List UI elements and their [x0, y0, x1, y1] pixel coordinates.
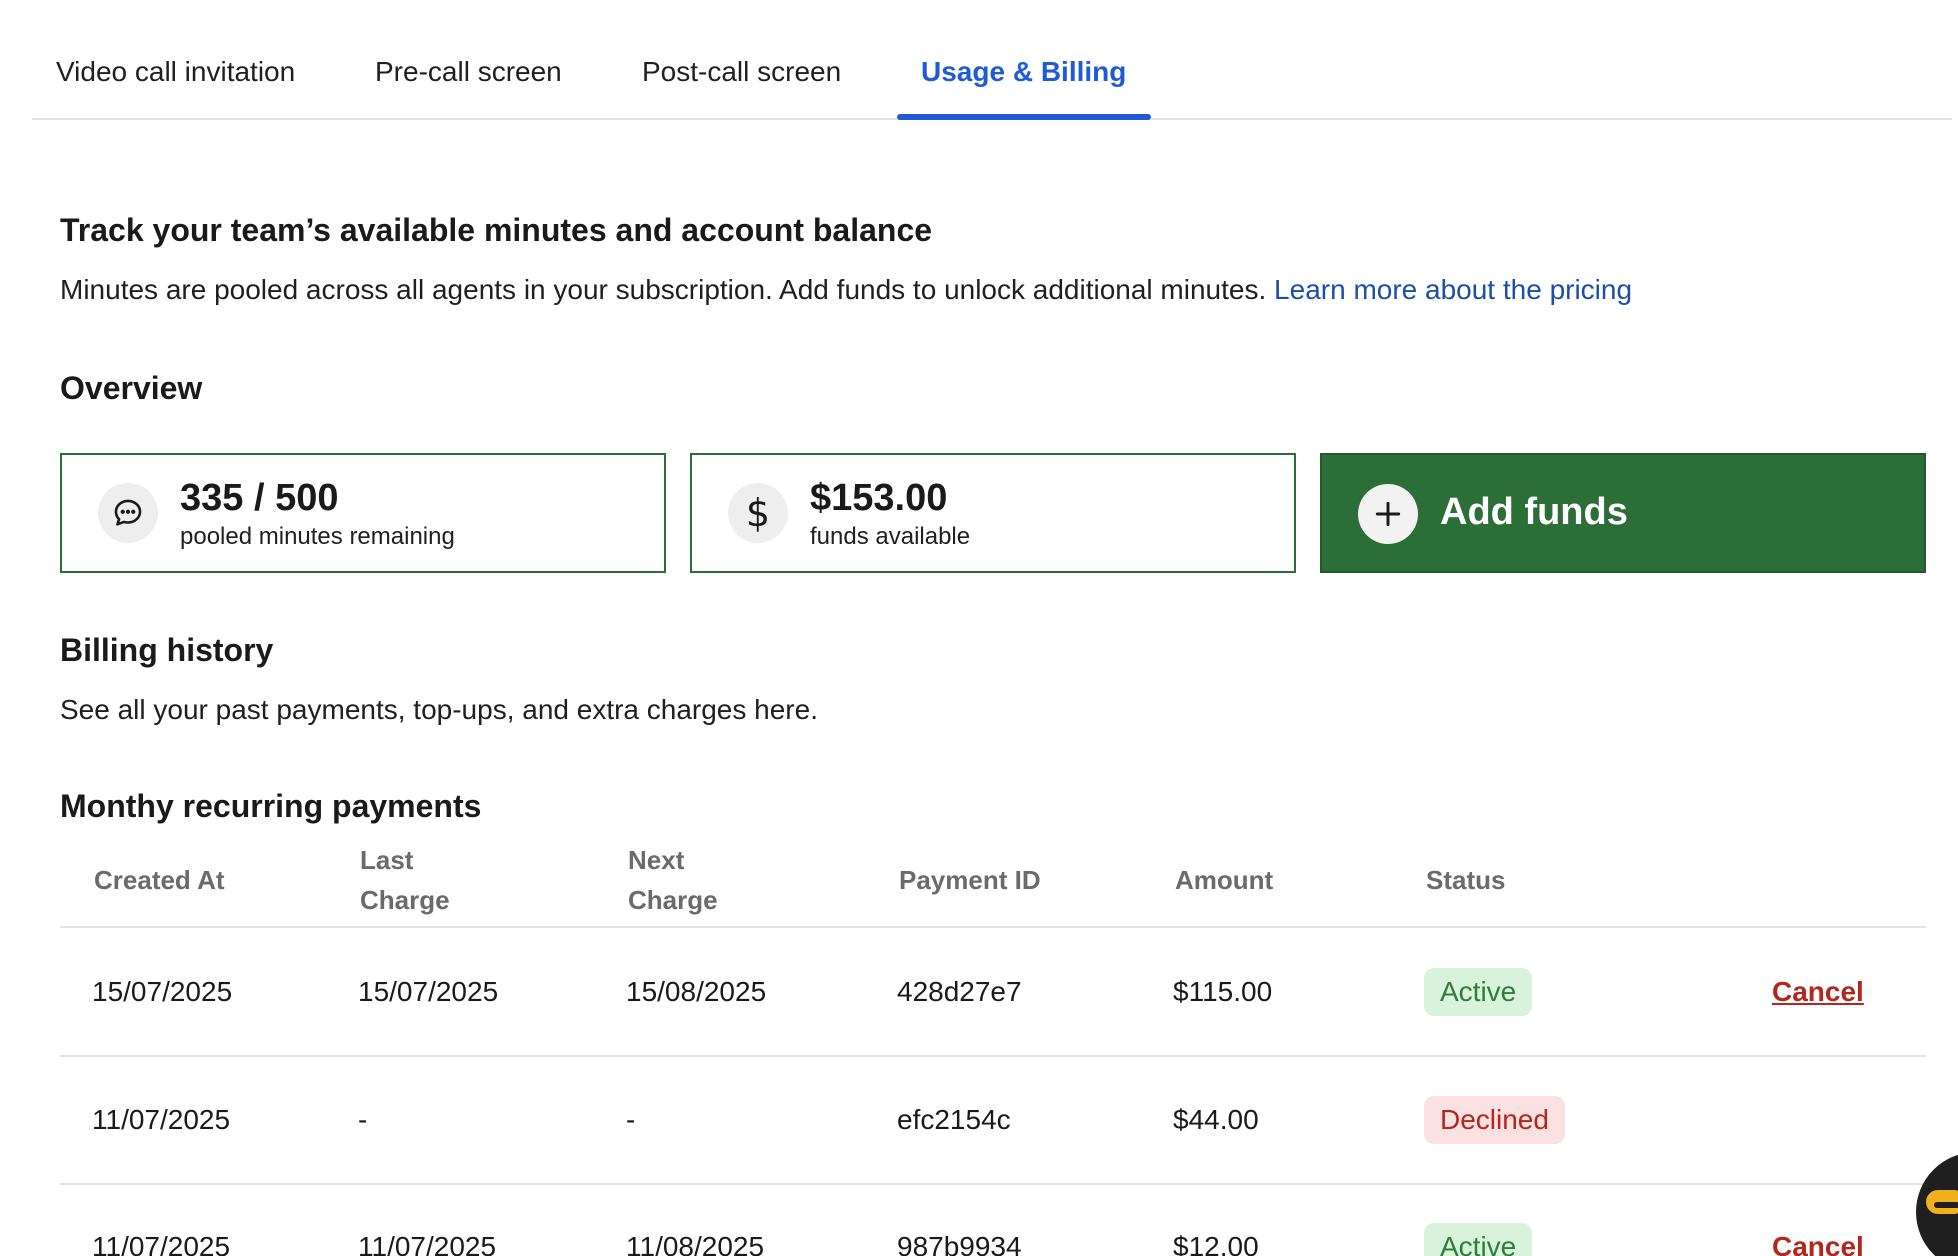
minutes-value: 335 / 500	[180, 477, 339, 519]
cell-next-charge: -	[626, 1104, 636, 1135]
minutes-card: 335 / 500 pooled minutes remaining	[60, 453, 666, 573]
chat-widget-button[interactable]	[1916, 1152, 1958, 1256]
funds-card: $ $153.00 funds available	[690, 453, 1296, 573]
tab-video-call-invitation[interactable]: Video call invitation	[56, 56, 295, 88]
tab-usage-billing[interactable]: Usage & Billing	[921, 56, 1126, 88]
cell-amount: $12.00	[1173, 1231, 1259, 1256]
minutes-label: pooled minutes remaining	[180, 523, 455, 550]
chat-widget-icon	[1926, 1190, 1958, 1214]
column-header-payment-id: Payment ID	[899, 865, 1041, 895]
page-description-text: Minutes are pooled across all agents in …	[60, 274, 1267, 305]
column-header-last-charge-line2: Charge	[360, 885, 450, 915]
dollar-icon: $	[728, 483, 788, 543]
column-header-amount: Amount	[1175, 865, 1274, 895]
cell-next-charge: 15/08/2025	[626, 976, 767, 1007]
cell-amount: $44.00	[1173, 1104, 1259, 1135]
cell-next-charge: 11/08/2025	[626, 1231, 765, 1256]
status-badge: Active	[1424, 1223, 1533, 1256]
row-divider	[60, 1055, 1926, 1057]
cancel-button[interactable]: Cancel	[1772, 976, 1864, 1008]
cell-amount: $115.00	[1173, 976, 1273, 1007]
funds-value: $153.00	[810, 477, 948, 519]
add-funds-button[interactable]: Add funds	[1320, 453, 1926, 573]
chat-bubble-icon	[98, 483, 158, 543]
page-title: Track your team’s available minutes and …	[60, 212, 933, 248]
table-header-divider	[60, 926, 1926, 928]
billing-history-description: See all your past payments, top-ups, and…	[60, 694, 818, 725]
billing-history-heading: Billing history	[60, 632, 274, 668]
cell-payment-id: 987b9934	[897, 1231, 1022, 1256]
cell-created-at: 11/07/2025	[92, 1104, 231, 1135]
cell-last-charge: -	[358, 1104, 368, 1135]
recurring-payments-heading: Monthy recurring payments	[60, 788, 482, 824]
plus-icon	[1358, 484, 1418, 544]
cell-last-charge: 11/07/2025	[358, 1231, 497, 1256]
column-header-next-charge: Next Charge	[628, 840, 718, 920]
pricing-link[interactable]: Learn more about the pricing	[1274, 274, 1632, 305]
column-header-next-charge-line2: Charge	[628, 885, 718, 915]
column-header-last-charge-line1: Last	[360, 845, 414, 875]
active-tab-indicator	[897, 114, 1151, 120]
page-description: Minutes are pooled across all agents in …	[60, 274, 1632, 306]
tab-pre-call-screen[interactable]: Pre-call screen	[375, 56, 562, 88]
add-funds-label: Add funds	[1440, 491, 1628, 533]
status-badge: Declined	[1424, 1096, 1565, 1144]
tab-bar: Video call invitation Pre-call screen Po…	[32, 0, 1952, 120]
cell-payment-id: 428d27e7	[897, 976, 1022, 1007]
overview-heading: Overview	[60, 370, 203, 406]
column-header-status: Status	[1426, 865, 1506, 895]
status-badge: Active	[1424, 968, 1533, 1016]
column-header-next-charge-line1: Next	[628, 845, 685, 875]
column-header-last-charge: Last Charge	[360, 840, 450, 920]
funds-label: funds available	[810, 523, 971, 550]
column-header-created-at: Created At	[94, 865, 225, 895]
cell-payment-id: efc2154c	[897, 1104, 1011, 1135]
cell-created-at: 11/07/2025	[92, 1231, 231, 1256]
cancel-button[interactable]: Cancel	[1772, 1231, 1864, 1256]
cell-last-charge: 15/07/2025	[358, 976, 499, 1007]
tab-post-call-screen[interactable]: Post-call screen	[642, 56, 841, 88]
cell-created-at: 15/07/2025	[92, 976, 233, 1007]
row-divider	[60, 1183, 1926, 1185]
